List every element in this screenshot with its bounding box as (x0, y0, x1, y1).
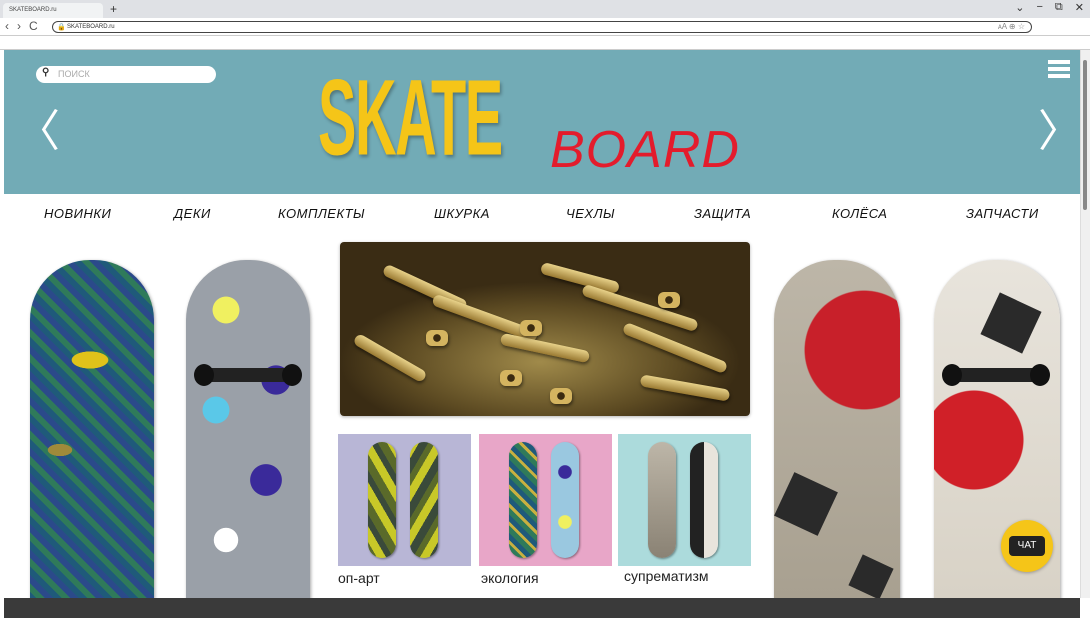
forward-icon[interactable]: › (17, 19, 21, 33)
skateboard-deck-suprematism-image[interactable] (774, 260, 900, 598)
category-label-suprematism[interactable]: супрематизм (624, 568, 709, 584)
page-content: ⚲ ПОИСК SKATE BOARD 〈 〉 НОВИНКИ ДЕКИ КОМ… (4, 50, 1080, 598)
scrollbar-thumb[interactable] (1083, 60, 1087, 210)
address-bar[interactable]: 🔒 SKATEBOARD.ru ᴀA ⊕ ☆ (52, 21, 1032, 33)
menu-item-shkurka[interactable]: ШКУРКА (434, 206, 490, 221)
bookmarks-bar (0, 36, 1090, 50)
menu-item-kolesa[interactable]: КОЛЁСА (832, 206, 887, 221)
skateboard-complete-image[interactable] (186, 260, 310, 598)
restore-icon[interactable]: ⧉ (1055, 1, 1063, 14)
prev-arrow-icon[interactable]: 〈 (16, 110, 60, 154)
chat-label: ЧАТ (1009, 536, 1045, 556)
minimize-icon[interactable]: − (1036, 1, 1042, 14)
search-placeholder: ПОИСК (58, 69, 90, 79)
menu-item-zapchasti[interactable]: ЗАПЧАСТИ (966, 206, 1039, 221)
close-icon[interactable]: ✕ (1075, 1, 1084, 14)
logo-board-text[interactable]: BOARD (550, 124, 740, 176)
truck-icon (194, 364, 302, 386)
category-op-art-image[interactable] (338, 434, 471, 566)
category-suprematism-image[interactable] (618, 434, 751, 566)
menu-item-novinki[interactable]: НОВИНКИ (44, 206, 111, 221)
browser-tab[interactable]: SKATEBOARD.ru (3, 3, 103, 18)
menu-item-chekhly[interactable]: ЧЕХЛЫ (566, 206, 615, 221)
menu-item-komplekty[interactable]: КОМПЛЕКТЫ (278, 206, 365, 221)
back-icon[interactable]: ‹ (5, 19, 9, 33)
skateboard-deck-image[interactable] (30, 260, 154, 598)
search-input[interactable]: ⚲ ПОИСК (36, 66, 216, 83)
search-icon: ⚲ (42, 67, 50, 78)
logo-skate-text[interactable]: SKATE (318, 63, 503, 172)
chevron-down-icon[interactable]: ⌄ (1015, 1, 1024, 14)
truck-icon (942, 364, 1050, 386)
hero-header: ⚲ ПОИСК SKATE BOARD 〈 〉 (4, 50, 1080, 194)
url-text: SKATEBOARD.ru (67, 24, 115, 30)
hardware-banner-image[interactable] (340, 242, 750, 416)
hamburger-menu-icon[interactable] (1048, 60, 1070, 78)
lock-icon: 🔒 (57, 24, 66, 31)
address-bar-icons[interactable]: ᴀA ⊕ ☆ (998, 22, 1025, 31)
window-controls: ⌄ − ⧉ ✕ (1015, 1, 1084, 14)
category-menu: НОВИНКИ ДЕКИ КОМПЛЕКТЫ ШКУРКА ЧЕХЛЫ ЗАЩИ… (4, 202, 1080, 226)
reload-icon[interactable]: C (29, 19, 38, 33)
bottom-bar (4, 598, 1080, 618)
browser-tab-bar: SKATEBOARD.ru + ⌄ − ⧉ ✕ (0, 0, 1090, 18)
browser-toolbar: ‹ › C 🔒 SKATEBOARD.ru ᴀA ⊕ ☆ (0, 18, 1090, 36)
category-label-op-art[interactable]: оп-арт (338, 570, 380, 586)
new-tab-button[interactable]: + (110, 2, 117, 16)
menu-item-zashchita[interactable]: ЗАЩИТА (694, 206, 751, 221)
chat-button[interactable]: ЧАТ (1001, 520, 1053, 572)
category-label-ecology[interactable]: экология (481, 570, 539, 586)
menu-item-deki[interactable]: ДЕКИ (174, 206, 211, 221)
next-arrow-icon[interactable]: 〉 (1038, 110, 1080, 154)
category-ecology-image[interactable] (479, 434, 612, 566)
